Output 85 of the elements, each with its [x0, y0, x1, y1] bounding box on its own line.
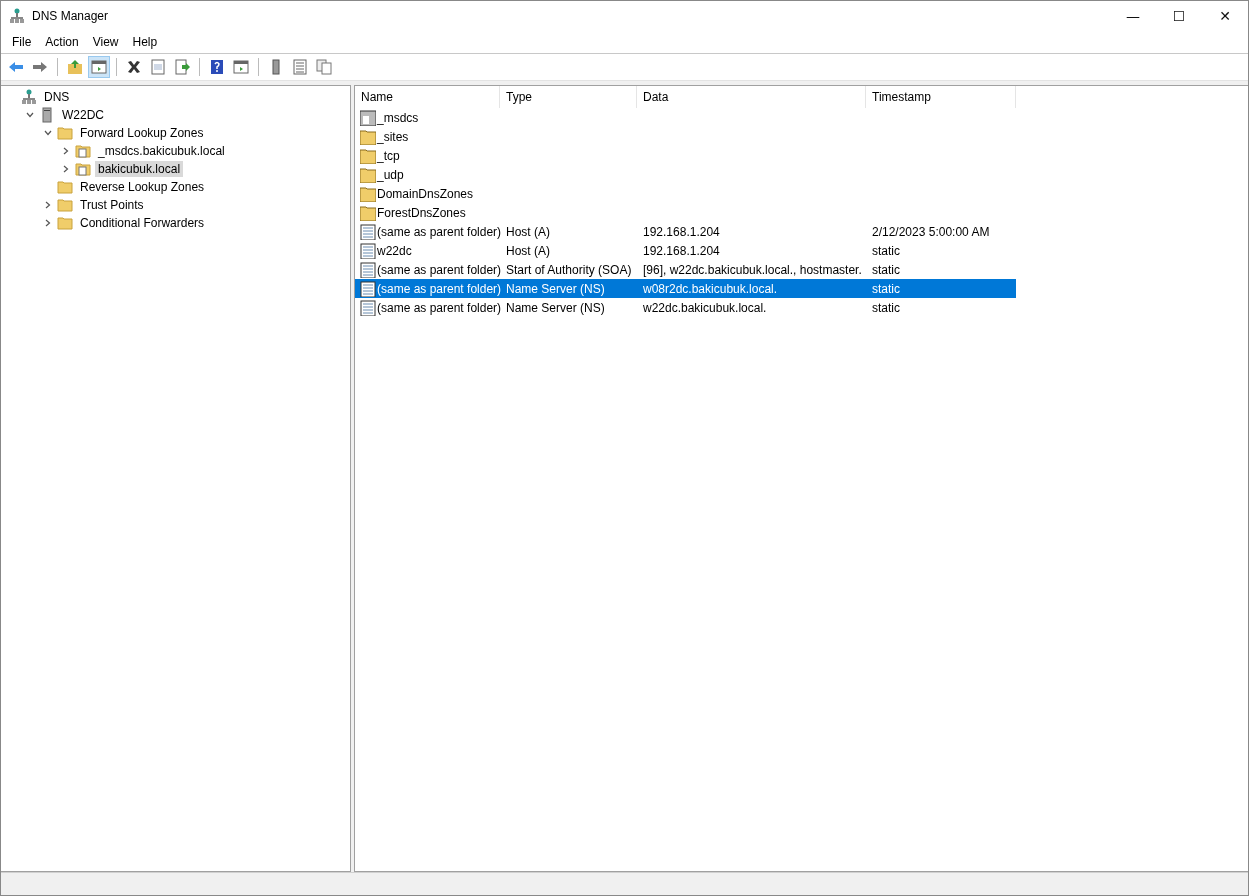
menu-item[interactable]: Help	[125, 33, 165, 51]
tree-item[interactable]: Trust Points	[77, 197, 147, 213]
dns-icon	[21, 89, 37, 105]
table-cell: w08r2dc.bakicubuk.local.	[643, 281, 778, 296]
tree-item[interactable]: Reverse Lookup Zones	[77, 179, 208, 195]
dns-app-icon	[9, 8, 25, 24]
table-cell: Host (A)	[506, 224, 550, 239]
tree-item[interactable]: Conditional Forwarders	[77, 215, 208, 231]
column-header[interactable]: Name	[355, 86, 500, 108]
table-row[interactable]: w22dc Host (A) 192.168.1.204 static	[355, 241, 1016, 260]
record-icon	[360, 280, 376, 297]
tree-pane-icon[interactable]	[88, 56, 110, 78]
table-cell: (same as parent folder)	[377, 262, 502, 277]
table-cell: (same as parent folder)	[377, 300, 502, 315]
table-row[interactable]: _msdcs	[355, 108, 1016, 127]
table-cell: (same as parent folder)	[377, 224, 502, 239]
table-cell: static	[872, 300, 900, 315]
table-cell: DomainDnsZones	[377, 186, 474, 201]
table-row[interactable]: _tcp	[355, 146, 1016, 165]
column-header[interactable]: Type	[500, 86, 637, 108]
table-cell: _msdcs	[377, 110, 419, 125]
folder-icon	[360, 166, 376, 183]
folder-icon	[360, 147, 376, 164]
window-control-button[interactable]: —	[1110, 1, 1156, 31]
table-row[interactable]: _udp	[355, 165, 1016, 184]
table-cell: Start of Authority (SOA)	[506, 262, 632, 277]
column-header[interactable]: Data	[637, 86, 866, 108]
zone-icon	[75, 143, 91, 159]
table-row[interactable]: (same as parent folder) Name Server (NS) w22dc.bakicubuk.local. static	[355, 298, 1016, 317]
table-cell: _udp	[377, 167, 404, 182]
record-icon	[360, 242, 376, 259]
tree-item[interactable]: W22DC	[59, 107, 107, 123]
copy-icon[interactable]	[313, 56, 335, 78]
delegation-icon	[360, 109, 376, 126]
expand-chevron-icon[interactable]	[62, 165, 70, 173]
record-icon	[360, 261, 376, 278]
expand-chevron-icon[interactable]	[44, 201, 52, 209]
menu-item[interactable]: View	[85, 33, 126, 51]
collapse-chevron-icon[interactable]	[26, 111, 34, 119]
folder-icon	[360, 185, 376, 202]
table-cell: Host (A)	[506, 243, 550, 258]
table-cell: Name Server (NS)	[506, 300, 605, 315]
table-cell: [96], w22dc.bakicubuk.local., hostmaster.	[643, 262, 862, 277]
table-row[interactable]: ForestDnsZones	[355, 203, 1016, 222]
table-row[interactable]: _sites	[355, 127, 1016, 146]
table-cell: 192.168.1.204	[643, 224, 720, 239]
tree-item[interactable]: Forward Lookup Zones	[77, 125, 207, 141]
collapse-chevron-icon[interactable]	[44, 129, 52, 137]
table-cell: static	[872, 262, 900, 277]
table-row[interactable]: (same as parent folder) Start of Authority (SOA) [96], w22dc.bakicubuk.local., hostmaster. static	[355, 260, 1016, 279]
table-cell: _sites	[377, 129, 409, 144]
table-row[interactable]: (same as parent folder) Name Server (NS) w08r2dc.bakicubuk.local. static	[355, 279, 1016, 298]
record-icon	[360, 299, 376, 316]
menu-item[interactable]: File	[5, 33, 39, 51]
record-icon	[360, 223, 376, 240]
table-row[interactable]: (same as parent folder) Host (A) 192.168.1.204 2/12/2023 5:00:00 AM	[355, 222, 1016, 241]
table-cell: ForestDnsZones	[377, 205, 466, 220]
folder-icon	[360, 204, 376, 221]
menu-item[interactable]: Action	[38, 33, 86, 51]
folder-icon	[57, 125, 73, 141]
window-control-button[interactable]: ☐	[1156, 1, 1202, 31]
folder-icon	[360, 128, 376, 145]
server-icon	[39, 107, 55, 123]
folder-icon	[57, 179, 73, 195]
table-cell: static	[872, 281, 900, 296]
tree-item[interactable]: DNS	[41, 89, 73, 105]
column-header[interactable]: Timestamp	[866, 86, 1016, 108]
window-title: DNS Manager	[32, 9, 110, 23]
table-cell: w22dc	[377, 243, 412, 258]
table-cell: static	[872, 243, 900, 258]
table-cell: w22dc.bakicubuk.local.	[643, 300, 767, 315]
table-row[interactable]: DomainDnsZones	[355, 184, 1016, 203]
table-cell: Name Server (NS)	[506, 281, 605, 296]
expand-chevron-icon[interactable]	[62, 147, 70, 155]
table-cell: _tcp	[377, 148, 400, 163]
tree-item[interactable]: bakicubuk.local	[95, 161, 184, 177]
zone-icon	[75, 161, 91, 177]
table-cell: 2/12/2023 5:00:00 AM	[872, 224, 990, 239]
table-cell: (same as parent folder)	[377, 281, 502, 296]
folder-icon	[57, 215, 73, 231]
table-cell: 192.168.1.204	[643, 243, 720, 258]
window-control-button[interactable]: ✕	[1202, 1, 1248, 31]
tree-item[interactable]: _msdcs.bakicubuk.local	[95, 143, 228, 159]
folder-icon	[57, 197, 73, 213]
expand-chevron-icon[interactable]	[44, 219, 52, 227]
